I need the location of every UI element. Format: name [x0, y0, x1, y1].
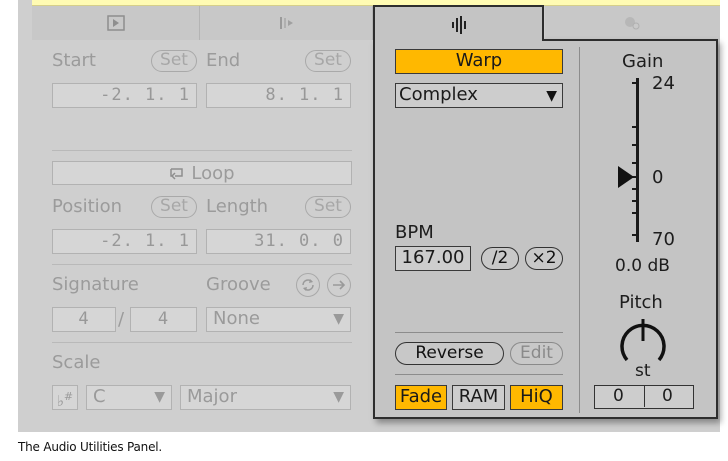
half-tempo-button[interactable]: /2 [481, 247, 519, 270]
scale-label: Scale [52, 352, 101, 373]
double-tempo-button[interactable]: ×2 [525, 247, 563, 270]
waveform-icon [452, 16, 466, 34]
chevron-down-icon: ▼ [333, 389, 344, 405]
signature-denominator-field[interactable]: 4 [130, 307, 197, 332]
scale-root-value: C [93, 386, 106, 407]
pitch-unit-label: st [635, 361, 651, 381]
gain-value: 0.0 dB [615, 256, 670, 276]
position-label: Position [52, 196, 123, 217]
hot-swap-icon [302, 279, 314, 291]
scale-mode-select[interactable]: Major ▼ [180, 385, 351, 410]
signature-slash: / [118, 309, 125, 330]
ram-button[interactable]: RAM [452, 385, 505, 410]
scale-toggle-button[interactable]: ♭# [52, 385, 78, 410]
signature-label: Signature [52, 274, 139, 295]
warp-mode-value: Complex [399, 84, 478, 105]
groove-select[interactable]: None ▼ [206, 307, 351, 332]
reverse-button[interactable]: Reverse [395, 342, 504, 365]
bpm-label: BPM [395, 222, 434, 243]
fade-button[interactable]: Fade [395, 385, 447, 410]
end-field[interactable]: 8. 1. 1 [206, 83, 351, 108]
start-label: Start [52, 50, 96, 71]
divider [52, 342, 352, 343]
tab-sample[interactable] [200, 6, 373, 40]
marker-icon [280, 17, 293, 29]
chevron-down-icon: ▼ [546, 88, 557, 104]
divider [52, 150, 352, 151]
gain-label: Gain [622, 51, 664, 72]
end-set-button[interactable]: Set [305, 50, 351, 72]
loop-button[interactable]: Loop [52, 161, 352, 185]
divider [395, 332, 563, 333]
length-field[interactable]: 31. 0. 0 [206, 229, 351, 254]
chevron-down-icon: ▼ [154, 389, 165, 405]
flat-sharp-icon: ♭# [56, 390, 74, 410]
hiq-button[interactable]: HiQ [510, 385, 563, 410]
panel-top-border [543, 39, 718, 41]
mixer-icon [624, 17, 639, 30]
divider [644, 386, 645, 407]
gain-slider[interactable] [612, 74, 642, 246]
pitch-fields: 0 0 [594, 385, 694, 409]
pitch-knob[interactable] [614, 318, 672, 366]
play-box-icon [106, 15, 125, 31]
gain-zero-label: 0 [652, 167, 664, 188]
warp-button[interactable]: Warp [395, 49, 563, 74]
groove-hot-swap-button[interactable] [296, 273, 320, 297]
gain-handle-icon [618, 166, 634, 188]
groove-label: Groove [206, 274, 271, 295]
gain-max-label: 24 [652, 73, 675, 94]
tab-audio[interactable] [373, 5, 544, 41]
pitch-indicator-icon [641, 319, 645, 341]
groove-value: None [213, 308, 260, 329]
scale-mode-value: Major [187, 386, 237, 407]
bpm-field[interactable]: 167.00 [395, 246, 471, 271]
gain-min-label: 70 [652, 229, 675, 250]
tab-clip[interactable] [32, 6, 200, 40]
figure-caption: The Audio Utilities Panel. [18, 440, 163, 454]
pitch-cents-field[interactable]: 0 [662, 386, 673, 407]
warp-mode-select[interactable]: Complex ▼ [395, 83, 563, 108]
groove-commit-button[interactable] [327, 273, 351, 297]
position-field[interactable]: -2. 1. 1 [52, 229, 197, 254]
pitch-label: Pitch [619, 292, 663, 313]
divider [395, 374, 563, 375]
scale-root-select[interactable]: C ▼ [86, 385, 172, 410]
length-label: Length [206, 196, 269, 217]
divider [52, 264, 352, 265]
loop-label: Loop [191, 162, 235, 184]
start-field[interactable]: -2. 1. 1 [52, 83, 197, 108]
chevron-down-icon: ▼ [333, 311, 344, 327]
loop-icon [170, 168, 184, 180]
signature-numerator-field[interactable]: 4 [52, 307, 116, 332]
pitch-semitones-field[interactable]: 0 [613, 386, 624, 407]
length-set-button[interactable]: Set [305, 196, 351, 218]
arrow-right-icon [333, 280, 346, 290]
position-set-button[interactable]: Set [151, 196, 197, 218]
tab-mixer[interactable] [545, 6, 720, 40]
edit-button[interactable]: Edit [510, 342, 563, 365]
divider [579, 47, 580, 413]
end-label: End [206, 50, 241, 71]
start-set-button[interactable]: Set [151, 50, 197, 72]
